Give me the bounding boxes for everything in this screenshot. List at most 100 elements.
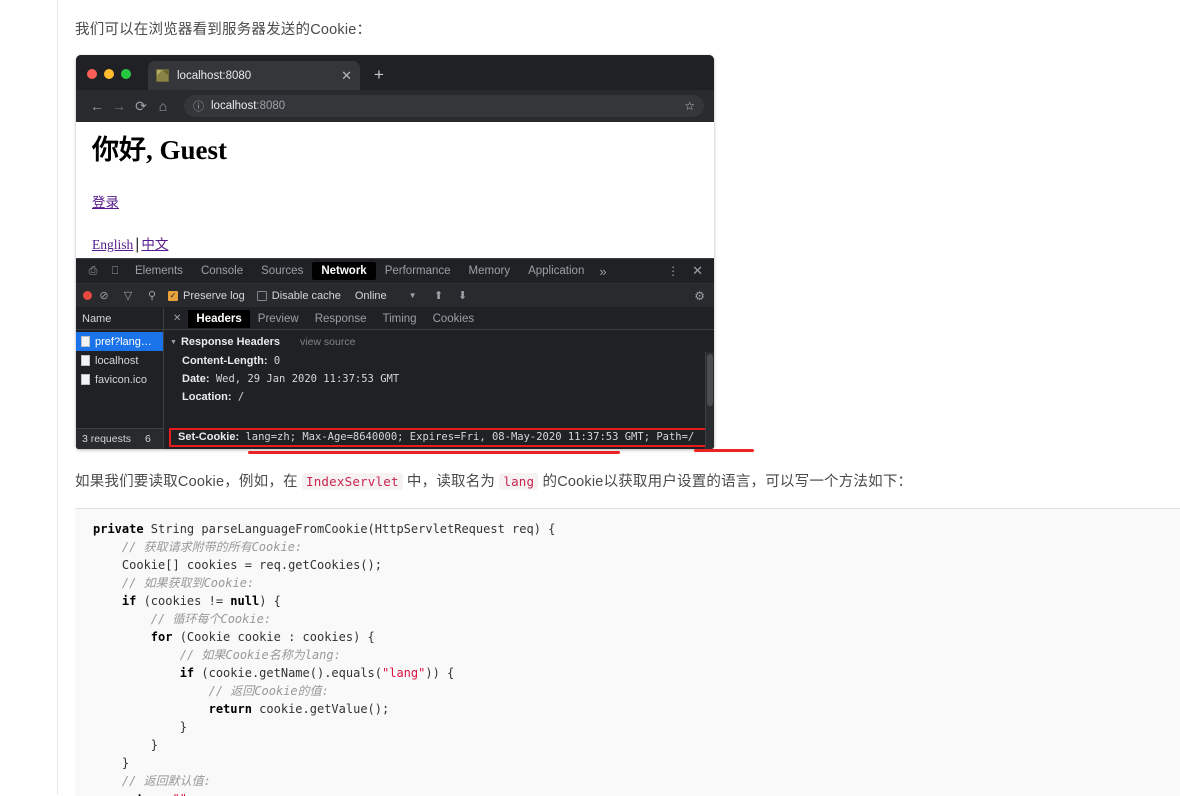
tab-console[interactable]: Console (192, 262, 252, 280)
java-source-code: private String parseLanguageFromCookie(H… (75, 509, 1180, 796)
tab-performance[interactable]: Performance (376, 262, 460, 280)
throttling-select[interactable]: Online ▼ (355, 290, 417, 302)
code-line-1: String parseLanguageFromCookie(HttpServl… (143, 522, 556, 536)
response-headers-section[interactable]: ▼ Response Headers view source (170, 336, 714, 348)
search-icon[interactable]: ⚲ (140, 289, 164, 302)
close-devtools-icon[interactable]: ✕ (687, 263, 708, 279)
transfer-size: 6 (145, 433, 151, 445)
maximize-window-light[interactable] (121, 69, 131, 79)
subtab-timing[interactable]: Timing (374, 310, 424, 328)
close-window-light[interactable] (87, 69, 97, 79)
request-row-favicon[interactable]: favicon.ico (76, 370, 163, 389)
english-link[interactable]: English (92, 237, 133, 252)
page-heading: 你好, Guest (92, 135, 227, 165)
code-line-16-end: ; (187, 792, 194, 796)
code-comment-2: // 如果获取到Cookie: (93, 576, 255, 590)
export-har-icon[interactable]: ⬇ (451, 289, 475, 302)
code-keyword-if-1: if (93, 594, 137, 608)
document-icon (81, 374, 90, 385)
detail-subtabs: ✕ Headers Preview Response Timing Cookie… (164, 308, 714, 330)
code-line-7: (Cookie cookie : cookies) { (172, 630, 375, 644)
header-value: Wed, 29 Jan 2020 11:37:53 GMT (209, 373, 400, 385)
request-row-pref[interactable]: pref?lang… (76, 332, 163, 351)
browser-window-mock: localhost:8080 ✕ + ← → ⟳ ⌂ ⓘ localhost:8… (76, 55, 714, 449)
page-info-icon[interactable]: ⓘ (193, 98, 204, 114)
devtools-menu-icon[interactable]: ⋮ (660, 264, 687, 278)
browser-tab[interactable]: localhost:8080 ✕ (148, 61, 360, 90)
close-detail-icon[interactable]: ✕ (166, 313, 188, 324)
subtab-headers[interactable]: Headers (188, 309, 250, 328)
tab-application[interactable]: Application (519, 262, 593, 280)
code-line-14: } (93, 756, 130, 770)
back-icon[interactable]: ← (86, 99, 108, 113)
code-line-9-end: )) { (425, 666, 455, 680)
address-bar-host: localhost (211, 100, 257, 112)
import-har-icon[interactable]: ⬆ (427, 289, 451, 302)
inline-code-lang: lang (499, 473, 539, 490)
more-tabs-chevron-icon[interactable]: » (593, 261, 612, 282)
code-line-11: cookie.getValue(); (251, 702, 390, 716)
request-list: pref?lang… localhost favicon.ico (76, 330, 163, 428)
tab-sources[interactable]: Sources (252, 262, 312, 280)
chevron-down-icon: ▼ (408, 291, 417, 300)
subtab-preview[interactable]: Preview (250, 310, 307, 328)
login-link[interactable]: 登录 (92, 191, 119, 211)
address-bar-url: localhost:8080 (211, 100, 684, 112)
subtab-response[interactable]: Response (307, 310, 375, 328)
tab-elements[interactable]: Elements (126, 262, 192, 280)
gear-icon[interactable]: ⚙ (694, 289, 707, 303)
explanation-text-2: 中，读取名为 (402, 474, 500, 490)
preserve-log-checkmark-icon: ✓ (168, 290, 178, 301)
request-detail-pane: ✕ Headers Preview Response Timing Cookie… (164, 308, 714, 449)
code-line-5-end: ) { (259, 594, 281, 608)
forward-icon[interactable]: → (108, 99, 130, 113)
new-tab-button[interactable]: + (374, 66, 384, 83)
code-block: private String parseLanguageFromCookie(H… (75, 508, 1180, 796)
subtab-cookies[interactable]: Cookies (425, 310, 483, 328)
header-date: Date: Wed, 29 Jan 2020 11:37:53 GMT (182, 370, 714, 388)
request-list-column-header[interactable]: Name (76, 308, 163, 330)
annotation-underline-long (248, 451, 620, 454)
close-tab-icon[interactable]: ✕ (341, 69, 352, 82)
code-line-13: } (93, 738, 159, 752)
device-toolbar-icon[interactable]: ⎕ (104, 265, 126, 278)
request-row-label: favicon.ico (95, 373, 147, 386)
chinese-link[interactable]: 中文 (141, 237, 168, 252)
tab-memory[interactable]: Memory (460, 262, 520, 280)
code-keyword-null: null (230, 594, 260, 608)
clear-icon[interactable]: ⊘ (92, 289, 116, 302)
reload-icon[interactable]: ⟳ (130, 99, 152, 113)
throttling-value: Online (354, 289, 387, 302)
language-switcher: English | 中文 (92, 233, 168, 254)
view-source-link[interactable]: view source (300, 336, 355, 348)
minimize-window-light[interactable] (104, 69, 114, 79)
header-content-length: Content-Length: 0 (182, 352, 714, 370)
request-row-localhost[interactable]: localhost (76, 351, 163, 370)
header-value: lang=zh; Max-Age=8640000; Expires=Fri, 0… (239, 431, 695, 443)
detail-scrollbar-thumb[interactable] (707, 354, 713, 406)
intro-paragraph-text: 我们可以在浏览器看到服务器发送的Cookie： (75, 22, 372, 38)
home-icon[interactable]: ⌂ (152, 99, 174, 113)
tab-network[interactable]: Network (312, 262, 376, 280)
request-count: 3 requests (82, 433, 132, 445)
inspect-element-icon[interactable]: ⎙ (82, 265, 104, 278)
address-bar-port: :8080 (256, 100, 286, 112)
inline-code-indexservlet: IndexServlet (301, 473, 403, 490)
filter-icon[interactable]: ▽ (116, 289, 140, 302)
detail-scrollbar[interactable] (705, 352, 714, 449)
explanation-paragraph: 如果我们要读取Cookie，例如，在 IndexServlet 中，读取名为 l… (75, 471, 912, 494)
devtools-tabbar: ⎙ ⎕ Elements Console Sources Network Per… (76, 259, 714, 284)
record-button[interactable] (83, 291, 92, 300)
devtools-panel: ⎙ ⎕ Elements Console Sources Network Per… (76, 258, 714, 449)
preserve-log-checkbox[interactable]: ✓ Preserve log (168, 290, 245, 302)
collapse-triangle-icon[interactable]: ▼ (170, 339, 177, 346)
code-string-lang: "lang" (382, 666, 426, 680)
address-bar[interactable]: ⓘ localhost:8080 ☆ (184, 95, 704, 117)
explanation-text-3: 的Cookie以获取用户设置的语言，可以写一个方法如下： (538, 474, 913, 490)
disable-cache-label: Disable cache (271, 289, 341, 302)
bookmark-star-icon[interactable]: ☆ (684, 99, 695, 113)
network-toolbar: ⊘ ▽ ⚲ ✓ Preserve log Disable cache Onlin… (76, 284, 714, 308)
request-status-bar: 3 requests 6 (76, 428, 163, 449)
disable-cache-checkbox[interactable]: Disable cache (256, 289, 341, 302)
code-keyword-return-1: return (93, 702, 252, 716)
